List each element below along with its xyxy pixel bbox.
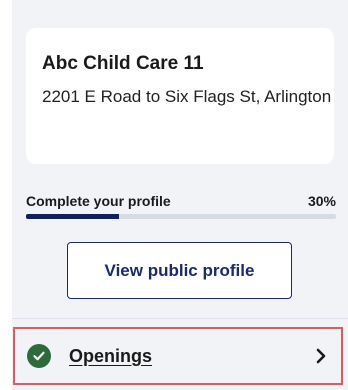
provider-name: Abc Child Care 11 bbox=[42, 53, 204, 74]
profile-progress-label: Complete your profile bbox=[26, 193, 171, 209]
check-circle-icon bbox=[27, 344, 51, 368]
profile-progress-row: Complete your profile 30% bbox=[26, 193, 336, 211]
divider bbox=[12, 318, 348, 319]
nav-item-openings-label: Openings bbox=[69, 345, 153, 366]
profile-sidebar-panel: Abc Child Care 11 2201 E Road to Six Fla… bbox=[12, 0, 348, 390]
nav-item-openings[interactable]: Openings bbox=[13, 327, 343, 385]
profile-progress-fill bbox=[26, 214, 119, 219]
provider-card: Abc Child Care 11 2201 E Road to Six Fla… bbox=[26, 28, 334, 164]
provider-address: 2201 E Road to Six Flags St, Arlington bbox=[42, 87, 332, 106]
chevron-right-icon bbox=[315, 348, 327, 364]
view-public-profile-button[interactable]: View public profile bbox=[67, 242, 292, 299]
profile-progress-bar bbox=[26, 214, 336, 219]
profile-progress-percent: 30% bbox=[307, 193, 336, 209]
